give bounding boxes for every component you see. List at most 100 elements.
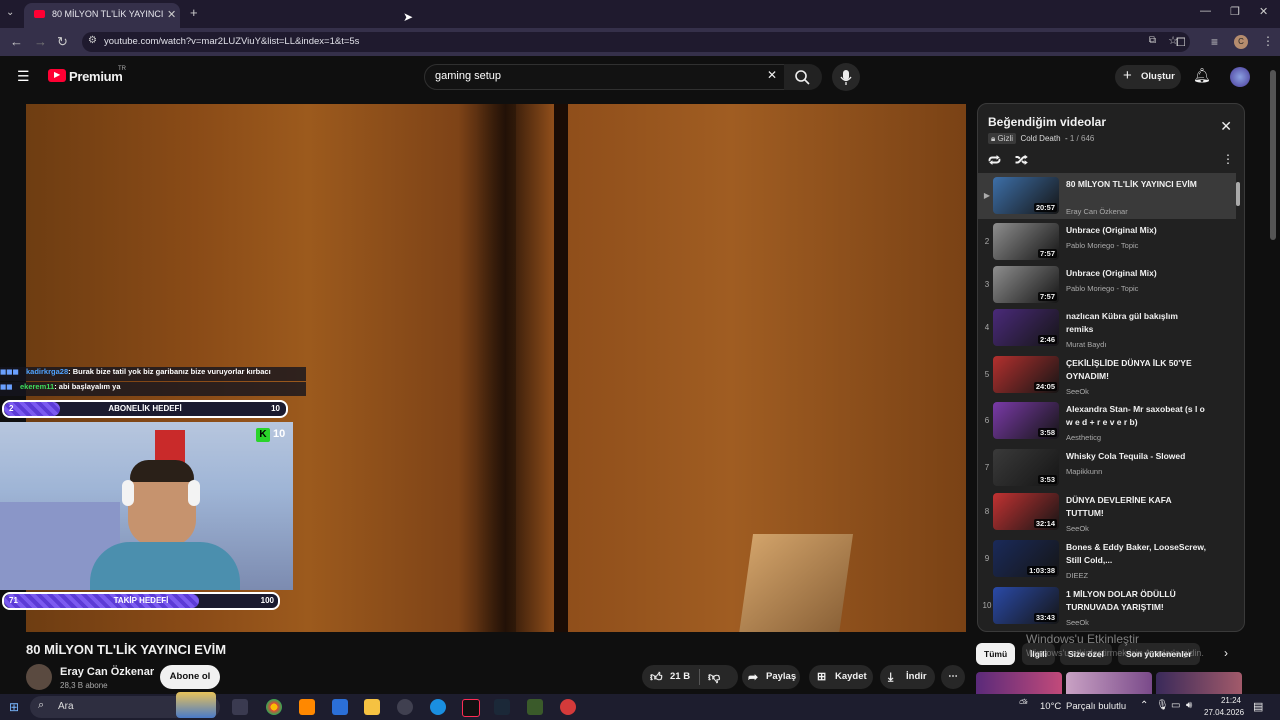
playlist-item[interactable]: 7 3:53 Whisky Cola Tequila - Slowed Mapi… xyxy=(978,445,1236,491)
search-button[interactable] xyxy=(784,64,822,90)
like-button[interactable]: 👍︎ xyxy=(650,665,663,689)
forward-arrow-icon[interactable]: → xyxy=(34,34,47,49)
playlist-item[interactable]: 3 7:57 Unbrace (Original Mix) Pablo Mori… xyxy=(978,262,1236,308)
page-scrollbar[interactable] xyxy=(1270,70,1276,240)
cast-icon[interactable]: ⧉ xyxy=(1149,35,1156,46)
playlist-scrollbar[interactable] xyxy=(1236,182,1240,206)
edge-icon[interactable] xyxy=(430,699,446,715)
channel-avatar[interactable] xyxy=(26,664,52,690)
file-explorer-icon[interactable] xyxy=(364,699,380,715)
recommendation-thumbnail[interactable] xyxy=(1066,672,1152,694)
playlist-item[interactable]: 5 24:05 ÇEKİLİŞLİDE DÜNYA İLK 50'YE OYNA… xyxy=(978,352,1236,398)
kick-count: 10 xyxy=(273,428,286,440)
clear-search-icon[interactable]: ✕ xyxy=(767,68,777,82)
weather-icon[interactable]: ⛅︎ xyxy=(1019,698,1028,711)
reload-icon[interactable]: ↻ xyxy=(57,34,68,50)
app-icon[interactable] xyxy=(527,699,543,715)
task-view-icon[interactable] xyxy=(232,699,248,715)
channel-name[interactable]: Eray Can Özkenar xyxy=(60,666,154,678)
video-thumbnail: 32:14 xyxy=(993,493,1059,530)
item-channel: DIEEZ xyxy=(1066,571,1089,580)
volume-icon[interactable]: 🔊︎ xyxy=(1186,700,1192,711)
window-close-button[interactable]: ✕ xyxy=(1259,5,1268,18)
video-thumbnail: 20:57 xyxy=(993,177,1059,214)
recommendation-thumbnail[interactable] xyxy=(976,672,1062,694)
app-icon[interactable] xyxy=(560,699,576,715)
address-bar[interactable]: ⚙ youtube.com/watch?v=mar2LUZViuY&list=L… xyxy=(82,32,1190,52)
subscribe-button[interactable]: Abone ol xyxy=(160,665,220,689)
youtube-logo-icon[interactable]: ▶ xyxy=(48,69,66,82)
chrome-icon[interactable] xyxy=(266,699,282,715)
chat-username: ekerem11 xyxy=(20,382,55,391)
extensions-icon[interactable]: ⧠ xyxy=(1176,35,1186,50)
media-control-icon[interactable]: ≡ xyxy=(1211,35,1218,49)
close-playlist-icon[interactable]: ✕ xyxy=(1220,118,1232,135)
weather-text[interactable]: Parçalı bulutlu xyxy=(1066,701,1126,712)
new-tab-button[interactable]: + xyxy=(190,5,198,20)
microsoft-store-icon[interactable] xyxy=(332,699,348,715)
more-actions-button[interactable]: ⋯ xyxy=(941,665,965,689)
shuffle-icon[interactable]: 🔀︎ xyxy=(1015,151,1028,170)
weather-temp[interactable]: 10°C xyxy=(1040,701,1061,712)
plus-icon: + xyxy=(1123,67,1132,84)
notification-center-icon[interactable]: ▤ xyxy=(1253,700,1263,713)
recommendation-thumbnail[interactable] xyxy=(1156,672,1242,694)
site-info-icon[interactable]: ⚙ xyxy=(88,35,97,46)
playlist-menu-icon[interactable]: ⋮ xyxy=(1222,152,1234,166)
tab-search-chevron-icon[interactable]: ⌄ xyxy=(6,7,14,18)
windows-start-icon[interactable]: ⊞ xyxy=(9,700,19,714)
video-thumbnail: 7:57 xyxy=(993,223,1059,260)
playlist-item[interactable]: 9 1:03:38 Bones & Eddy Baker, LooseScrew… xyxy=(978,536,1236,582)
loop-icon[interactable]: 🔁︎ xyxy=(988,151,1001,170)
playlist-item[interactable]: 6 3:58 Alexandra Stan- Mr saxobeat (s l … xyxy=(978,398,1236,444)
search-box[interactable]: ✕ xyxy=(424,64,786,90)
goal-target: 10 xyxy=(271,404,280,413)
video-duration: 24:05 xyxy=(1033,382,1057,391)
playlist-owner[interactable]: Cold Death xyxy=(1021,134,1061,143)
item-index: 5 xyxy=(984,370,990,379)
vlc-icon[interactable] xyxy=(299,699,315,715)
chatgpt-icon[interactable] xyxy=(397,699,413,715)
browser-menu-icon[interactable]: ⋮ xyxy=(1262,34,1274,48)
back-arrow-icon[interactable]: ← xyxy=(10,34,23,49)
playlist-item[interactable]: 4 2:46 nazlıcan Kübra gül bakışlım remik… xyxy=(978,305,1236,351)
download-label: İndir xyxy=(906,671,927,682)
playlist-title[interactable]: Beğendiğim videolar xyxy=(988,115,1106,129)
hamburger-menu-icon[interactable]: ☰ xyxy=(17,68,30,85)
goal-target: 100 xyxy=(260,596,274,605)
youtube-premium-logo[interactable]: Premium xyxy=(69,69,123,84)
chevron-right-icon[interactable]: › xyxy=(1224,646,1228,660)
share-button[interactable]: ➦ Paylaş xyxy=(742,665,800,689)
browser-tab-active[interactable]: 80 MİLYON TL'LİK YAYINCI EVİ ✕ xyxy=(24,3,180,28)
clock-time[interactable]: 21:24 xyxy=(1205,696,1241,705)
taskbar-search[interactable]: ⌕ Ara xyxy=(30,692,220,718)
account-avatar[interactable] xyxy=(1230,67,1250,87)
save-button[interactable]: ⊞ Kaydet xyxy=(809,665,873,689)
notifications-bell-icon[interactable]: 🔔︎ xyxy=(1193,67,1211,84)
window-minimize-button[interactable]: — xyxy=(1200,5,1211,17)
chip-all[interactable]: Tümü xyxy=(976,643,1016,665)
download-button[interactable]: ⤓ İndir xyxy=(880,665,935,689)
tray-chevron-icon[interactable]: ⌃ xyxy=(1140,700,1148,711)
window-restore-button[interactable]: ❐ xyxy=(1230,5,1240,18)
playlist-item[interactable]: 8 32:14 DÜNYA DEVLERİNE KAFA TUTTUM! See… xyxy=(978,489,1236,535)
steam-icon[interactable] xyxy=(494,699,510,715)
microphone-tray-icon[interactable]: 🎙︎ xyxy=(1156,700,1169,711)
playlist-item[interactable]: 2 7:57 Unbrace (Original Mix) Pablo Mori… xyxy=(978,219,1236,265)
search-input[interactable] xyxy=(433,69,757,83)
playlist-item[interactable]: 10 33:43 1 MİLYON DOLAR ÖDÜLLÜ TURNUVADA… xyxy=(978,583,1236,629)
clock-date[interactable]: 27.04.2026 xyxy=(1204,708,1244,717)
profile-avatar[interactable]: C xyxy=(1234,35,1248,49)
tab-close-icon[interactable]: ✕ xyxy=(167,8,176,21)
voice-search-button[interactable] xyxy=(832,63,860,91)
video-duration: 7:57 xyxy=(1037,249,1057,258)
tiktok-icon[interactable] xyxy=(462,699,480,717)
dislike-button[interactable]: 👎︎ xyxy=(708,665,720,689)
create-button[interactable]: + Oluştur xyxy=(1115,65,1181,89)
network-icon[interactable]: ▭ xyxy=(1171,700,1180,711)
playlist-item[interactable]: ▶ 20:57 80 MİLYON TL'LİK YAYINCI EVİM Er… xyxy=(978,173,1236,219)
playlist-panel: Beğendiğim videolar 🔒︎ Gizli Cold Death … xyxy=(977,103,1245,632)
address-url: youtube.com/watch?v=mar2LUZViuY&list=LL&… xyxy=(104,36,360,47)
playlist-position: 1 / 646 xyxy=(1069,134,1095,143)
video-title: 80 MİLYON TL'LİK YAYINCI EVİM xyxy=(26,642,227,657)
